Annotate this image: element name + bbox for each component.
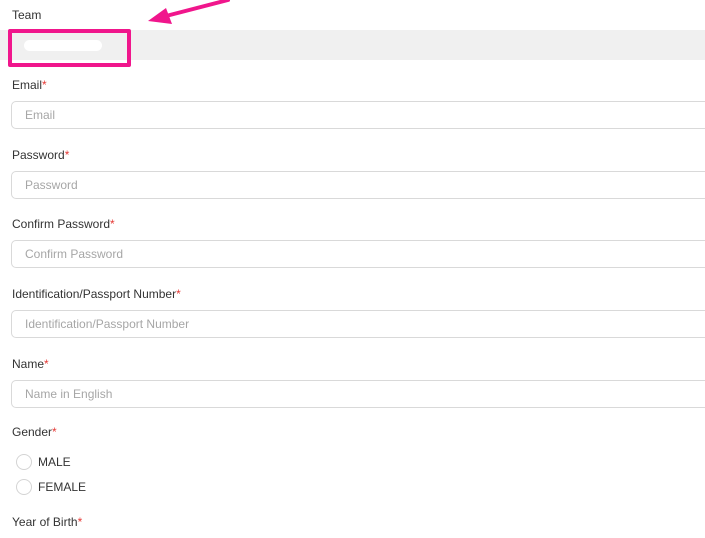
- name-label: Name*: [12, 357, 49, 371]
- gender-option-female[interactable]: FEMALE: [16, 478, 86, 496]
- confirm-password-label: Confirm Password*: [12, 217, 115, 231]
- gender-label: Gender*: [12, 425, 57, 439]
- radio-button[interactable]: [16, 454, 32, 470]
- gender-option-male[interactable]: MALE: [16, 453, 71, 471]
- password-input[interactable]: [11, 171, 705, 199]
- year-of-birth-label: Year of Birth*: [12, 515, 83, 529]
- email-label: Email*: [12, 78, 47, 92]
- name-input[interactable]: [11, 380, 705, 408]
- password-label: Password*: [12, 148, 70, 162]
- email-input[interactable]: [11, 101, 705, 129]
- id-number-input[interactable]: [11, 310, 705, 338]
- id-number-label: Identification/Passport Number*: [12, 287, 181, 301]
- confirm-password-input[interactable]: [11, 240, 705, 268]
- annotation-arrow-icon: [148, 0, 230, 24]
- radio-button[interactable]: [16, 479, 32, 495]
- registration-form: Team Email* Password* Confirm Password* …: [0, 0, 705, 538]
